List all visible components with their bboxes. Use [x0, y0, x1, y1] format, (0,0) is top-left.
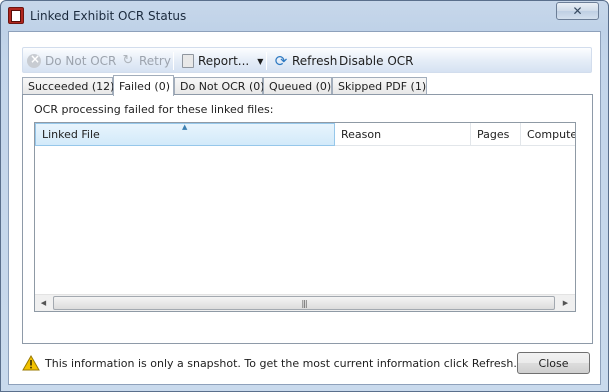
tab-panel-failed: OCR processing failed for these linked f…	[22, 94, 593, 344]
report-icon	[182, 54, 194, 68]
report-label: Report...	[198, 54, 250, 68]
tab-label: Succeeded (12)	[28, 80, 115, 93]
horizontal-scrollbar[interactable]: ◀ ||| ▶	[35, 294, 575, 311]
block-icon	[27, 52, 41, 68]
tab-failed[interactable]: Failed (0)	[113, 75, 174, 96]
column-header-computer[interactable]: Computer	[521, 123, 575, 146]
column-label: Computer	[527, 128, 575, 141]
chevron-down-icon: ▼	[257, 56, 264, 66]
sort-ascending-icon: ▲	[182, 123, 188, 131]
column-header-pages[interactable]: Pages	[471, 123, 521, 146]
app-icon	[8, 7, 24, 24]
tab-label: Do Not OCR (0)	[180, 80, 265, 93]
window-close-button[interactable]: ✕	[556, 2, 599, 20]
toolbar-separator	[266, 52, 267, 70]
tab-label: Skipped PDF (1)	[338, 80, 427, 93]
scroll-right-icon[interactable]: ▶	[557, 295, 574, 311]
toolbar-separator	[173, 52, 174, 70]
table-header: ▲ Linked File Reason Pages Computer	[35, 123, 575, 146]
disable-ocr-label: Disable OCR	[339, 54, 414, 68]
title-bar[interactable]: Linked Exhibit OCR Status ✕	[1, 1, 608, 31]
tab-do-not-ocr[interactable]: Do Not OCR (0)	[174, 77, 265, 95]
retry-icon: ↻	[122, 53, 134, 68]
window-title: Linked Exhibit OCR Status	[30, 9, 187, 23]
refresh-button[interactable]: ⟳ Refresh	[274, 51, 338, 71]
snapshot-notice: This information is only a snapshot. To …	[45, 357, 517, 370]
column-header-linked-file[interactable]: ▲ Linked File	[35, 123, 335, 146]
column-label: Linked File	[42, 128, 100, 141]
warning-icon	[22, 355, 40, 371]
dialog-body: Do Not OCR ↻ Retry Report... ▼ ⟳ Refresh…	[8, 31, 601, 385]
column-label: Pages	[477, 128, 510, 141]
refresh-label: Refresh	[292, 54, 338, 68]
tab-label: Queued (0)	[269, 80, 332, 93]
report-button[interactable]: Report... ▼	[182, 51, 263, 71]
close-button-label: Close	[538, 356, 569, 370]
toolbar: Do Not OCR ↻ Retry Report... ▼ ⟳ Refresh…	[22, 47, 592, 73]
dialog-window: Linked Exhibit OCR Status ✕ Do Not OCR ↻…	[0, 0, 609, 392]
scrollbar-thumb[interactable]: |||	[53, 296, 555, 310]
column-header-reason[interactable]: Reason	[335, 123, 471, 146]
close-button[interactable]: Close	[517, 352, 590, 374]
tab-queued[interactable]: Queued (0)	[263, 77, 332, 95]
retry-button[interactable]: ↻ Retry	[121, 51, 171, 71]
panel-description: OCR processing failed for these linked f…	[34, 103, 274, 116]
tab-succeeded[interactable]: Succeeded (12)	[22, 77, 115, 95]
column-label: Reason	[341, 128, 382, 141]
refresh-icon: ⟳	[274, 52, 288, 70]
close-icon: ✕	[572, 4, 583, 18]
tab-skipped-pdf[interactable]: Skipped PDF (1)	[332, 77, 427, 95]
scroll-left-icon[interactable]: ◀	[35, 295, 52, 311]
do-not-ocr-button[interactable]: Do Not OCR	[27, 51, 116, 71]
tab-label: Failed (0)	[119, 79, 170, 93]
disable-ocr-button[interactable]: Disable OCR	[339, 51, 414, 71]
failed-files-table[interactable]: ▲ Linked File Reason Pages Computer ◀	[34, 122, 576, 312]
do-not-ocr-label: Do Not OCR	[45, 54, 117, 68]
retry-label: Retry	[139, 54, 171, 68]
